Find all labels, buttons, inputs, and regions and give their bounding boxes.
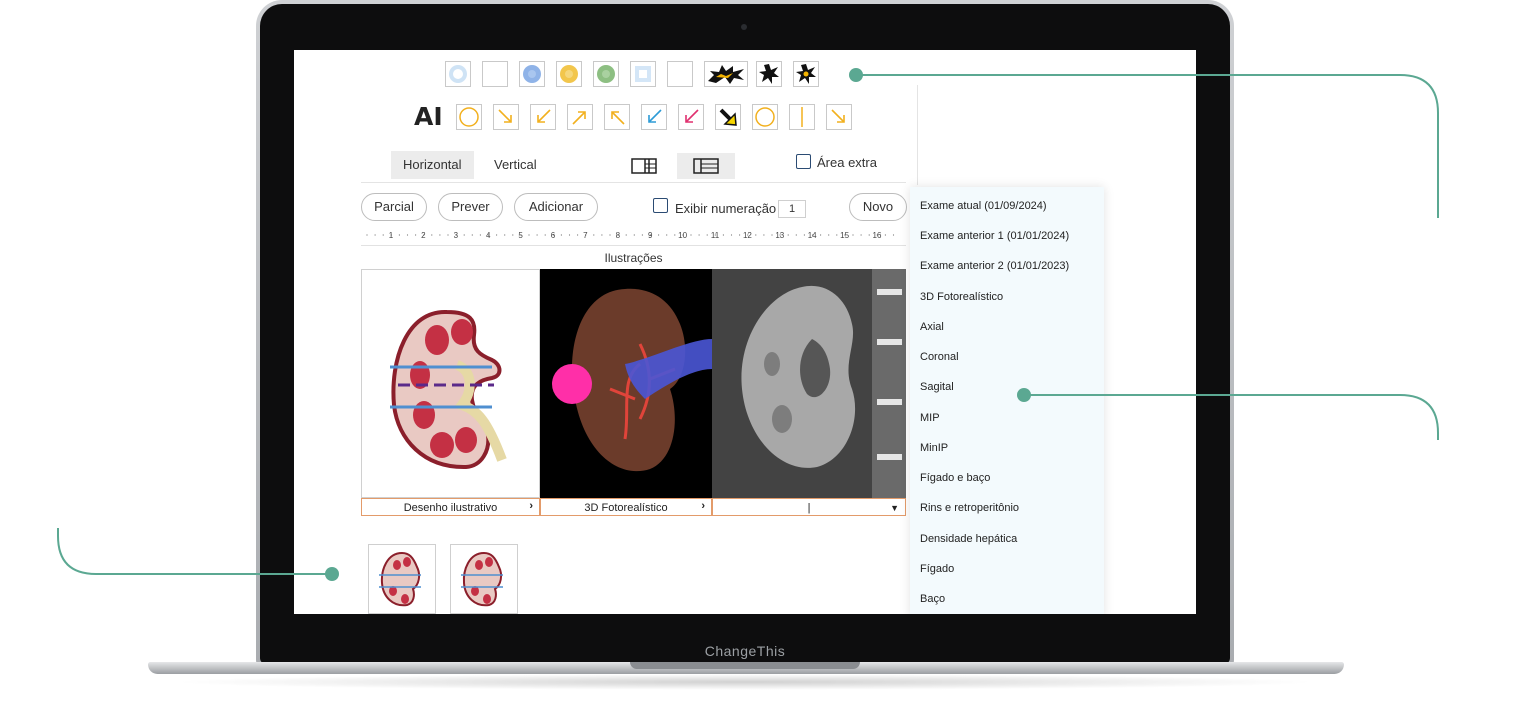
callout-lines	[57, 74, 1439, 575]
callout-dot	[1017, 388, 1031, 402]
callout-dot	[325, 567, 339, 581]
callout-dot	[849, 68, 863, 82]
